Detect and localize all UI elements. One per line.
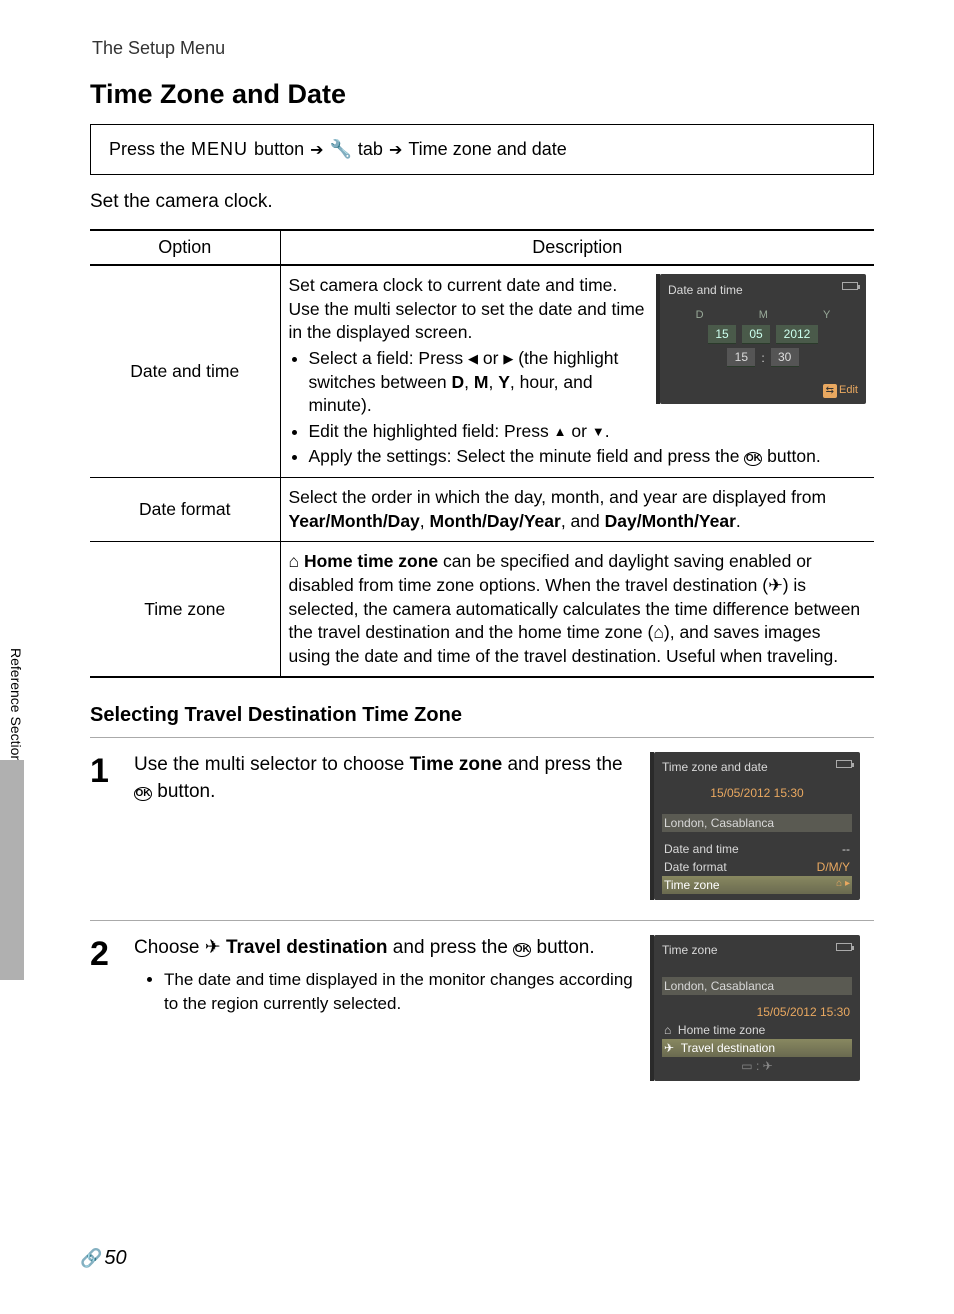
th-description: Description: [280, 230, 874, 265]
nav-path-box: Press the MENU button ➔ 🔧 tab ➔ Time zon…: [90, 124, 874, 175]
step-number: 1: [90, 752, 120, 900]
lcd-field-day: 15: [708, 325, 736, 344]
nav-dest: Time zone and date: [408, 139, 566, 160]
lcd-datetime: 15/05/2012 15:30: [757, 1005, 850, 1019]
lcd-row-date-time: Date and time: [664, 842, 739, 856]
intro-text: Set the camera clock.: [90, 191, 874, 213]
right-triangle-icon: ▶: [503, 350, 513, 368]
lcd-field-hour: 15: [727, 348, 755, 367]
menu-button-label: MENU: [191, 139, 248, 160]
lcd-field-min: 30: [771, 348, 799, 367]
home-icon: ⌂: [289, 551, 300, 571]
th-option: Option: [90, 230, 280, 265]
option-date-and-time: Date and time: [90, 265, 280, 478]
battery-icon: [836, 943, 852, 951]
battery-icon: [842, 282, 858, 290]
nav-prefix: Press the: [109, 139, 185, 160]
option-time-zone: Time zone: [90, 542, 280, 678]
home-icon: ⌂ ▸: [836, 878, 850, 892]
lcd-row-travel: ✈ Travel destination: [664, 1041, 775, 1055]
table-row: Date and time Set camera clock to curren…: [90, 265, 874, 478]
lcd-date-and-time: Date and time D M Y 15 05 2: [660, 274, 866, 404]
divider: [90, 920, 874, 921]
step-2: 2 Choose ✈ Travel destination and press …: [90, 935, 874, 1081]
right-arrow-icon: ➔: [389, 140, 402, 160]
right-arrow-icon: ➔: [310, 140, 323, 160]
lcd-field-month: 05: [742, 325, 770, 344]
lcd-zone: London, Casablanca: [664, 979, 774, 993]
bullet-select-field: Select a field: Press ◀ or ▶ (the highli…: [309, 347, 651, 418]
desc-date-format: Select the order in which the day, month…: [280, 478, 874, 542]
step2-note: The date and time displayed in the monit…: [164, 968, 640, 1016]
page-title: Time Zone and Date: [90, 79, 874, 110]
down-triangle-icon: ▼: [592, 423, 605, 441]
lcd-datetime: 15/05/2012 15:30: [710, 786, 803, 800]
nav-tab-word: tab: [358, 139, 383, 160]
lcd-row-home: ⌂ Home time zone: [664, 1023, 765, 1037]
plane-icon: ✈: [768, 575, 783, 595]
lcd-title: Date and time: [668, 282, 743, 298]
bullet-apply-settings: Apply the settings: Select the minute fi…: [309, 445, 867, 469]
nav-button-word: button: [254, 139, 304, 160]
lcd-label-y: Y: [823, 308, 830, 323]
table-row: Time zone ⌂ Home time zone can be specif…: [90, 542, 874, 678]
plane-icon: ✈: [664, 1041, 674, 1055]
subheading: Selecting Travel Destination Time Zone: [90, 704, 874, 727]
lcd-timezone-select: Time zone London, Casablanca 15/05/2012 …: [654, 935, 860, 1081]
desc-time-zone: ⌂ Home time zone can be specified and da…: [280, 542, 874, 678]
divider: [90, 737, 874, 738]
step-1: 1 Use the multi selector to choose Time …: [90, 752, 874, 900]
lcd-zone: London, Casablanca: [664, 816, 774, 830]
lcd-label-d: D: [696, 308, 704, 323]
page-number: 50: [104, 1247, 126, 1270]
lcd-edit-label: Edit: [839, 384, 858, 396]
lcd-row-time-zone: Time zone: [664, 878, 720, 892]
step-number: 2: [90, 935, 120, 1081]
ok-button-icon: OK: [513, 943, 531, 957]
ok-button-icon: OK: [134, 787, 152, 801]
lcd-field-year: 2012: [776, 325, 818, 344]
ok-hint: ▭ : ✈: [741, 1059, 772, 1073]
table-row: Date format Select the order in which th…: [90, 478, 874, 542]
lcd-timezone-menu: Time zone and date 15/05/2012 15:30 Lond…: [654, 752, 860, 900]
options-table: Option Description Date and time Set cam…: [90, 229, 874, 678]
desc-text: Set camera clock to current date and tim…: [289, 274, 651, 345]
up-triangle-icon: ▲: [554, 423, 567, 441]
bullet-edit-field: Edit the highlighted field: Press ▲ or ▼…: [309, 420, 651, 444]
swap-icon: ⇆: [823, 384, 837, 398]
home-icon: ⌂: [664, 1023, 671, 1037]
left-triangle-icon: ◀: [468, 350, 478, 368]
wrench-icon: 🔧: [330, 139, 352, 160]
breadcrumb-header: The Setup Menu: [90, 38, 874, 59]
reference-icon: 🔗: [80, 1248, 102, 1269]
home-icon: ⌂: [653, 622, 664, 642]
lcd-title: Time zone and date: [662, 760, 768, 774]
option-date-format: Date format: [90, 478, 280, 542]
page-footer: 🔗50: [80, 1247, 127, 1270]
ok-button-icon: OK: [744, 452, 762, 466]
lcd-row-date-format: Date format: [664, 860, 727, 874]
lcd-label-m: M: [759, 308, 768, 323]
plane-icon: ✈: [205, 937, 221, 958]
battery-icon: [836, 760, 852, 768]
lcd-title: Time zone: [662, 943, 718, 957]
